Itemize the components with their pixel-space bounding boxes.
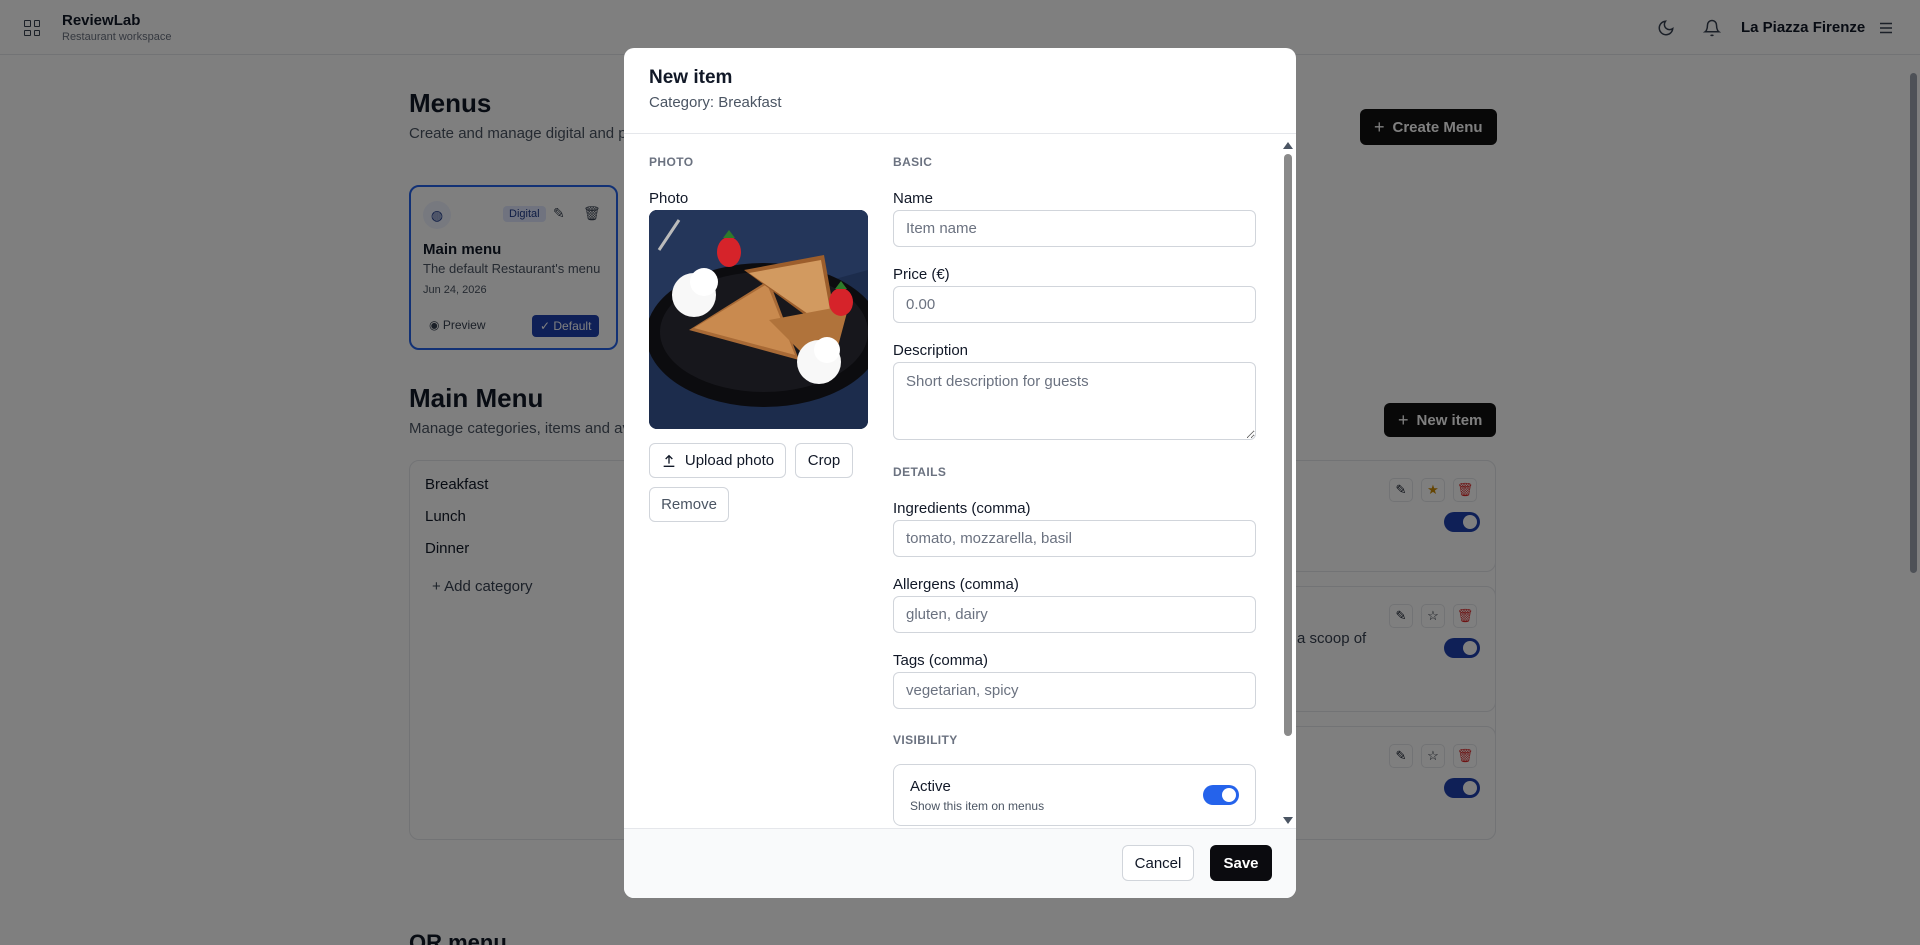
item-photo	[649, 210, 868, 429]
dialog-title: New item	[649, 67, 733, 88]
remove-label: Remove	[661, 496, 717, 513]
price-label: Price (€)	[893, 266, 950, 283]
cancel-button[interactable]: Cancel	[1122, 845, 1194, 881]
new-item-dialog: New item Category: Breakfast PHOTO Photo	[624, 48, 1296, 898]
upload-icon	[663, 454, 675, 467]
dialog-scrollbar[interactable]	[1281, 136, 1294, 826]
allergens-input[interactable]	[893, 596, 1256, 633]
dialog-subtitle: Category: Breakfast	[649, 94, 782, 111]
crop-button[interactable]: Crop	[795, 443, 853, 478]
divider	[624, 133, 1296, 134]
tags-label: Tags (comma)	[893, 652, 989, 669]
basic-section-label: BASIC	[893, 155, 933, 169]
upload-photo-button[interactable]: Upload photo	[649, 443, 786, 478]
visibility-section-label: VISIBILITY	[893, 733, 958, 747]
tags-input[interactable]	[893, 672, 1256, 709]
active-setting: Active Show this item on menus	[893, 764, 1256, 826]
photo-label: Photo	[649, 190, 689, 207]
ingredients-input[interactable]	[893, 520, 1256, 557]
dialog-scrollbar-thumb[interactable]	[1284, 154, 1292, 736]
description-textarea[interactable]	[893, 362, 1256, 440]
save-button[interactable]: Save	[1210, 845, 1272, 881]
remove-photo-button[interactable]: Remove	[649, 487, 729, 522]
description-label: Description	[893, 342, 969, 359]
crop-label: Crop	[807, 452, 841, 469]
active-toggle[interactable]	[1203, 785, 1239, 805]
details-section-label: DETAILS	[893, 465, 947, 479]
upload-photo-label: Upload photo	[684, 452, 775, 469]
dialog-footer: Cancel Save	[624, 828, 1296, 898]
ingredients-label: Ingredients (comma)	[893, 500, 1031, 517]
name-label: Name	[893, 190, 934, 207]
active-label: Active	[910, 778, 951, 795]
price-input[interactable]	[893, 286, 1256, 323]
allergens-label: Allergens (comma)	[893, 576, 1019, 593]
name-input[interactable]	[893, 210, 1256, 247]
photo-section-label: PHOTO	[649, 155, 694, 169]
scroll-up-arrow-icon[interactable]	[1283, 142, 1293, 149]
active-description: Show this item on menus	[910, 799, 1045, 813]
scroll-down-arrow-icon[interactable]	[1283, 817, 1293, 824]
